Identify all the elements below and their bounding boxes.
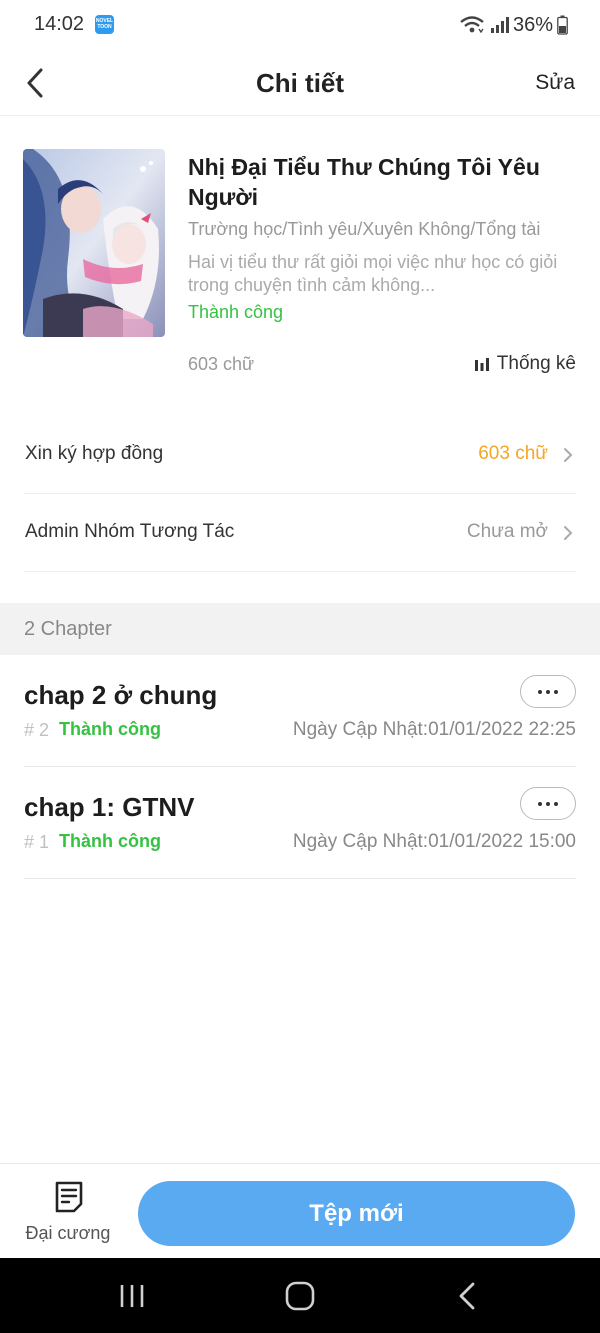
statistics-button[interactable]: Thống kê [474,353,576,375]
more-dot [538,689,542,694]
system-navigation-bar [0,1258,600,1333]
battery-percent: 36% [512,13,553,36]
app-notification-icon: NOVEL TOON [95,15,114,34]
admin-group-value: Chưa mở [466,521,548,542]
status-time: 14:02 [34,13,85,35]
book-status: Thành công [188,302,284,322]
admin-group-row[interactable]: Admin Nhóm Tương Tác Chưa mở [24,494,576,572]
chapter-title: chap 2 ở chung [24,680,218,710]
contract-label: Xin ký hợp đồng [25,443,164,464]
bottom-action-bar: Đại cương Tệp mới [0,1163,600,1258]
wifi-icon [460,16,484,34]
chapter-status: Thành công [59,719,161,739]
contract-value: 603 chữ [478,443,548,464]
cover-artwork [23,149,165,337]
chapter-title: chap 1: GTNV [24,792,195,822]
status-indicators: 36% [459,12,568,38]
book-description: Hai vị tiểu thư rất giỏi mọi việc như họ… [188,252,558,295]
outline-document-icon [55,1181,83,1213]
edit-button[interactable]: Sửa [535,71,575,95]
top-app-bar: Chi tiết Sửa [0,52,600,116]
admin-group-label: Admin Nhóm Tương Tác [25,521,235,542]
chapter-item[interactable]: chap 2 ở chung # 2 Thành công Ngày Cập N… [24,655,576,767]
battery-icon [557,15,568,35]
chapter-updated-date: Ngày Cập Nhật:01/01/2022 15:00 [292,831,576,852]
home-icon[interactable] [284,1280,316,1312]
chapter-number: # 1 [24,832,50,852]
book-genres: Trường học/Tình yêu/Xuyên Không/Tổng tài [188,219,541,239]
new-file-button[interactable]: Tệp mới [138,1181,575,1246]
bar-chart-icon [474,358,489,371]
more-dot [546,689,550,694]
more-options-button[interactable] [520,675,576,708]
outline-button[interactable]: Đại cương [18,1178,118,1248]
book-summary: Nhị Đại Tiểu Thư Chúng Tôi Yêu Người Trư… [0,117,600,407]
book-cover-image[interactable] [23,149,165,337]
more-dot [546,801,550,806]
chapter-number: # 2 [24,720,50,740]
contract-row[interactable]: Xin ký hợp đồng 603 chữ [24,416,576,494]
status-bar: 14:02 NOVEL TOON 36% [0,0,600,52]
recent-apps-icon[interactable] [118,1283,146,1309]
chapter-updated-date: Ngày Cập Nhật:01/01/2022 22:25 [292,719,576,740]
outline-label: Đại cương [25,1223,111,1243]
chevron-right-icon [564,448,573,462]
statistics-label: Thống kê [496,353,576,374]
system-back-icon[interactable] [456,1280,478,1312]
chapter-status: Thành công [59,831,161,851]
more-options-button[interactable] [520,787,576,820]
chapter-count-label: 2 Chapter [24,618,112,640]
more-dot [554,689,558,694]
chevron-right-icon [564,526,573,540]
page-title: Chi tiết [255,68,345,98]
chapter-count-header: 2 Chapter [0,603,600,655]
book-title: Nhị Đại Tiểu Thư Chúng Tôi Yêu Người [188,154,540,210]
app-notification-icon-text: NOVEL TOON [95,18,114,30]
chapter-item[interactable]: chap 1: GTNV # 1 Thành công Ngày Cập Nhậ… [24,767,576,879]
more-dot [538,801,542,806]
more-dot [554,801,558,806]
signal-icon [490,17,509,33]
book-word-count: 603 chữ [188,354,255,374]
